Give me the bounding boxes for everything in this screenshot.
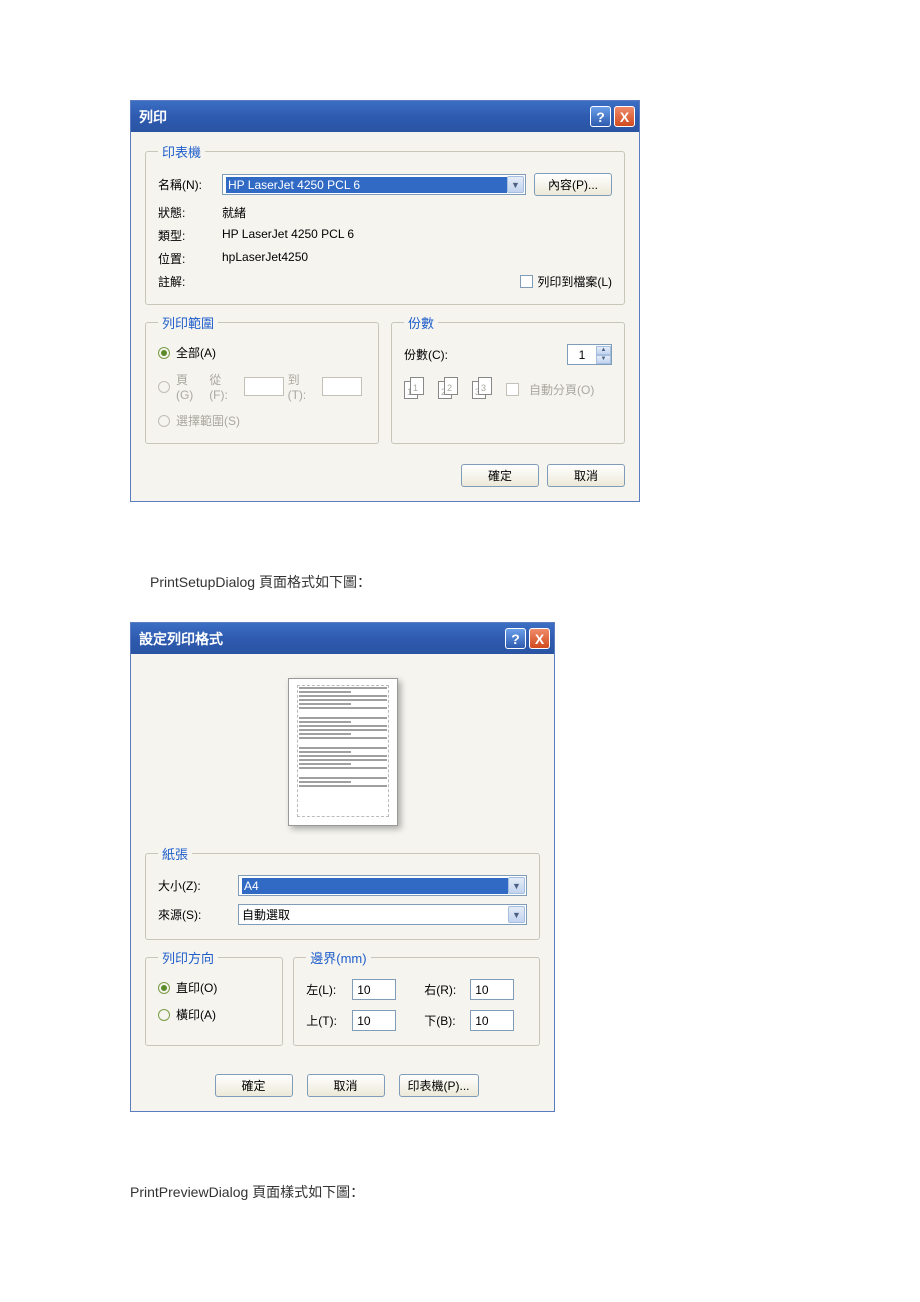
collate-icon: 1 1: [404, 377, 432, 401]
bottom-input[interactable]: 10: [470, 1010, 514, 1031]
copies-spinner[interactable]: 1 ▲ ▼: [567, 344, 612, 365]
help-button[interactable]: ?: [590, 106, 611, 127]
printer-group-legend: 印表機: [158, 142, 205, 161]
printer-group: 印表機 名稱(N): HP LaserJet 4250 PCL 6 ▼ 內容(P…: [145, 142, 625, 305]
paper-source-select[interactable]: 自動選取 ▼: [238, 904, 527, 925]
landscape-radio[interactable]: 橫印(A): [158, 1006, 270, 1023]
source-label: 來源(S):: [158, 906, 238, 923]
page-setup-dialog: 設定列印格式 ? X: [130, 622, 555, 1112]
chevron-down-icon: ▼: [507, 176, 524, 193]
paper-size-select[interactable]: A4 ▼: [238, 875, 527, 896]
right-input[interactable]: 10: [470, 979, 514, 1000]
location-value: hpLaserJet4250: [222, 250, 612, 267]
size-label: 大小(Z):: [158, 877, 238, 894]
print-dialog: 列印 ? X 印表機 名稱(N): HP LaserJet 4250 PCL 6…: [130, 100, 640, 502]
portrait-radio[interactable]: 直印(O): [158, 979, 270, 996]
close-button[interactable]: X: [529, 628, 550, 649]
margins-group-legend: 邊界(mm): [306, 948, 370, 967]
range-selection-radio: 選擇範圍(S): [158, 412, 366, 429]
printer-name-value: HP LaserJet 4250 PCL 6: [226, 177, 507, 193]
status-value: 就緒: [222, 204, 612, 221]
status-label: 狀態:: [158, 204, 222, 221]
range-group-legend: 列印範圍: [158, 313, 218, 332]
radio-off-icon: [158, 1009, 170, 1021]
paper-source-value: 自動選取: [242, 906, 508, 923]
checkbox-icon: [520, 275, 533, 288]
paper-size-value: A4: [242, 878, 508, 894]
checkbox-icon: [506, 383, 519, 396]
ok-button[interactable]: 確定: [461, 464, 539, 487]
top-label: 上(T):: [306, 1012, 344, 1029]
collate-icon: 2 2: [438, 377, 466, 401]
radio-off-icon: [158, 381, 170, 393]
chevron-down-icon: ▼: [508, 877, 525, 894]
printer-button[interactable]: 印表機(P)...: [399, 1074, 479, 1097]
from-input: [244, 377, 284, 396]
radio-off-icon: [158, 415, 170, 427]
titlebar: 設定列印格式 ? X: [131, 623, 554, 654]
caption-text: PrintPreviewDialog 頁面樣式如下圖：: [130, 1182, 790, 1202]
copies-group-legend: 份數: [404, 313, 438, 332]
bottom-label: 下(B):: [424, 1012, 462, 1029]
comment-label: 註解:: [158, 273, 222, 290]
left-label: 左(L):: [306, 981, 344, 998]
spinner-up-icon[interactable]: ▲: [596, 346, 611, 355]
top-input[interactable]: 10: [352, 1010, 396, 1031]
titlebar: 列印 ? X: [131, 101, 639, 132]
radio-on-icon: [158, 982, 170, 994]
close-button[interactable]: X: [614, 106, 635, 127]
print-range-group: 列印範圍 全部(A) 頁(G) 從(F): 到(T): 選擇範圍(S): [145, 313, 379, 444]
ok-button[interactable]: 確定: [215, 1074, 293, 1097]
titlebar-title: 設定列印格式: [139, 629, 505, 649]
help-button[interactable]: ?: [505, 628, 526, 649]
chevron-down-icon: ▼: [508, 906, 525, 923]
left-input[interactable]: 10: [352, 979, 396, 1000]
cancel-button[interactable]: 取消: [547, 464, 625, 487]
range-pages-radio: 頁(G) 從(F): 到(T):: [158, 371, 366, 402]
type-value: HP LaserJet 4250 PCL 6: [222, 227, 612, 244]
name-label: 名稱(N):: [158, 176, 222, 193]
page-preview: [145, 664, 540, 844]
to-input: [322, 377, 362, 396]
location-label: 位置:: [158, 250, 222, 267]
right-label: 右(R):: [424, 981, 462, 998]
caption-text: PrintSetupDialog 頁面格式如下圖：: [150, 572, 790, 592]
paper-group-legend: 紙張: [158, 844, 192, 863]
orientation-group-legend: 列印方向: [158, 948, 218, 967]
preview-page-icon: [288, 678, 398, 826]
spinner-down-icon[interactable]: ▼: [596, 355, 611, 364]
copies-group: 份數 份數(C): 1 ▲ ▼ 1 1: [391, 313, 625, 444]
collate-icon: 3 3: [472, 377, 500, 401]
collate-checkbox: 1 1 2 2 3 3 自動分頁(O): [404, 377, 612, 401]
copies-value: 1: [568, 348, 596, 362]
print-to-file-checkbox[interactable]: 列印到檔案(L): [520, 273, 612, 290]
range-all-radio[interactable]: 全部(A): [158, 344, 366, 361]
titlebar-title: 列印: [139, 107, 590, 127]
copies-label: 份數(C):: [404, 346, 448, 363]
radio-on-icon: [158, 347, 170, 359]
paper-group: 紙張 大小(Z): A4 ▼ 來源(S): 自動選取 ▼: [145, 844, 540, 940]
orientation-group: 列印方向 直印(O) 橫印(A): [145, 948, 283, 1046]
margins-group: 邊界(mm) 左(L): 10 右(R): 10 上(T): 10 下(B): …: [293, 948, 540, 1046]
cancel-button[interactable]: 取消: [307, 1074, 385, 1097]
printer-name-select[interactable]: HP LaserJet 4250 PCL 6 ▼: [222, 174, 526, 195]
properties-button[interactable]: 內容(P)...: [534, 173, 612, 196]
type-label: 類型:: [158, 227, 222, 244]
